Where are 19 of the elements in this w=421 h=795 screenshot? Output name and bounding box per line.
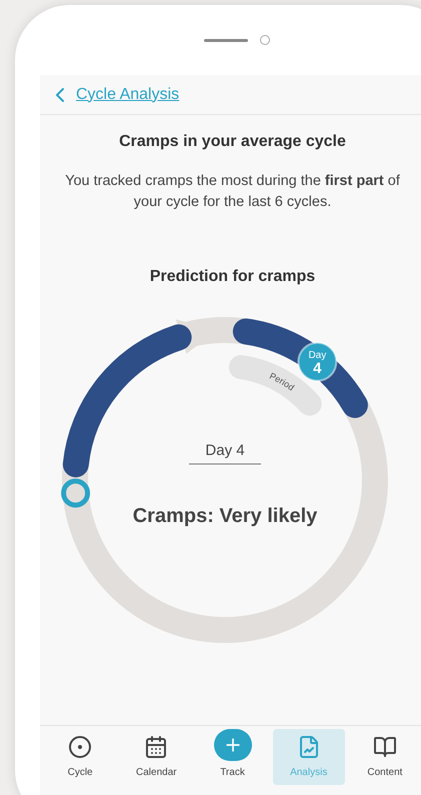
camera-icon bbox=[260, 35, 270, 45]
day-label: Day 4 bbox=[205, 442, 245, 459]
speaker-slot bbox=[204, 38, 248, 42]
badge-day: 4 bbox=[313, 360, 322, 377]
summary-text: You tracked cramps the most during the first part of your cycle for the last 6 cycles. bbox=[64, 172, 401, 212]
cycle-icon bbox=[68, 735, 92, 759]
calendar-icon bbox=[144, 735, 168, 759]
nav-tab[interactable]: Track bbox=[196, 729, 269, 785]
nav-tab[interactable]: Calendar bbox=[120, 729, 192, 785]
section-title: Cramps in your average cycle bbox=[118, 132, 347, 152]
book-icon bbox=[372, 735, 397, 759]
day-badge bbox=[297, 342, 338, 382]
prediction-result: Cramps: Very likely bbox=[132, 505, 318, 527]
badge-label: Day bbox=[308, 350, 326, 361]
nav-tab[interactable]: Content bbox=[348, 729, 421, 785]
today-marker bbox=[61, 478, 90, 508]
nav-tab[interactable]: Cycle bbox=[44, 729, 116, 785]
add-icon bbox=[214, 729, 252, 761]
prediction-title: Prediction for cramps bbox=[148, 267, 316, 287]
